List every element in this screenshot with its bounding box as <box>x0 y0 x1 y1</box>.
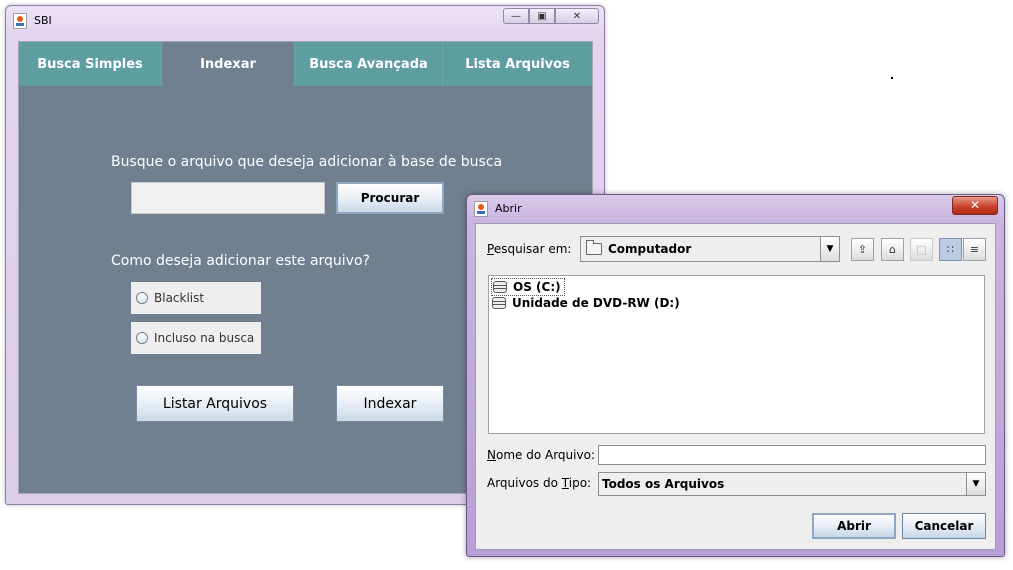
file-prompt-label: Busque o arquivo que deseja adicionar à … <box>111 154 503 170</box>
tab-lista-arquivos[interactable]: Lista Arquivos <box>443 42 592 86</box>
up-folder-icon[interactable]: ⇪ <box>851 238 874 261</box>
tab-indexar[interactable]: Indexar <box>162 42 295 86</box>
file-name: OS (C:) <box>513 280 561 294</box>
details-view-icon[interactable]: ≡ <box>963 238 986 261</box>
maximize-icon[interactable]: ▣ <box>529 8 555 24</box>
open-dialog: Abrir ✕ Pesquisar em: Computador ▼ ⇪ ⌂ □… <box>466 194 1005 557</box>
list-view-icon[interactable]: ∷ <box>939 238 962 261</box>
abrir-button[interactable]: Abrir <box>812 513 896 539</box>
window-title: SBI <box>34 14 52 27</box>
look-in-combo[interactable]: Computador ▼ <box>580 236 840 262</box>
new-folder-icon: □ <box>910 238 933 261</box>
radio-label: Incluso na busca <box>154 331 255 345</box>
screen-dot <box>891 77 893 79</box>
look-in-label: Pesquisar em: <box>487 242 572 256</box>
procurar-button[interactable]: Procurar <box>336 182 444 214</box>
radio-incluso[interactable]: Incluso na busca <box>131 322 261 354</box>
radio-blacklist[interactable]: Blacklist <box>131 282 261 314</box>
drive-icon <box>492 297 506 309</box>
radio-icon[interactable] <box>136 292 148 304</box>
radio-label: Blacklist <box>154 291 205 305</box>
mode-prompt-label: Como deseja adicionar este arquivo? <box>111 253 370 269</box>
folder-icon <box>586 240 602 255</box>
window-controls: — ▣ ✕ <box>503 8 599 24</box>
tab-busca-simples[interactable]: Busca Simples <box>19 42 162 86</box>
dialog-title: Abrir <box>495 202 522 215</box>
radio-icon[interactable] <box>136 332 148 344</box>
tab-bar: Busca Simples Indexar Busca Avançada Lis… <box>19 42 592 86</box>
java-icon <box>474 201 488 217</box>
cancelar-button[interactable]: Cancelar <box>902 513 986 539</box>
title-bar[interactable]: SBI — ▣ ✕ <box>6 6 604 36</box>
listar-arquivos-button[interactable]: Listar Arquivos <box>136 385 294 422</box>
close-icon[interactable]: ✕ <box>555 8 599 24</box>
file-list[interactable]: OS (C:) Unidade de DVD-RW (D:) <box>488 275 985 434</box>
file-name-label: Nome do Arquivo: <box>487 448 595 462</box>
list-item[interactable]: Unidade de DVD-RW (D:) <box>491 295 683 311</box>
file-type-label: Arquivos do Tipo: <box>487 476 592 490</box>
close-icon[interactable]: ✕ <box>952 196 998 215</box>
file-type-combo[interactable]: Todos os Arquivos ▼ <box>598 472 986 496</box>
file-name: Unidade de DVD-RW (D:) <box>512 296 680 310</box>
minimize-icon[interactable]: — <box>503 8 529 24</box>
chevron-down-icon[interactable]: ▼ <box>820 237 839 261</box>
file-type-value: Todos os Arquivos <box>602 477 725 491</box>
chevron-down-icon[interactable]: ▼ <box>966 473 985 495</box>
home-icon[interactable]: ⌂ <box>881 238 904 261</box>
indexar-button[interactable]: Indexar <box>336 385 444 422</box>
look-in-value: Computador <box>608 242 692 256</box>
drive-icon <box>493 281 507 293</box>
java-icon <box>13 13 27 29</box>
dialog-title-bar[interactable]: Abrir ✕ <box>467 195 1004 221</box>
file-path-input[interactable] <box>131 182 325 214</box>
list-item[interactable]: OS (C:) <box>491 278 565 296</box>
file-name-input[interactable] <box>598 445 986 465</box>
tab-busca-avancada[interactable]: Busca Avançada <box>295 42 443 86</box>
dialog-content: Pesquisar em: Computador ▼ ⇪ ⌂ □ ∷ ≡ OS … <box>475 223 996 550</box>
